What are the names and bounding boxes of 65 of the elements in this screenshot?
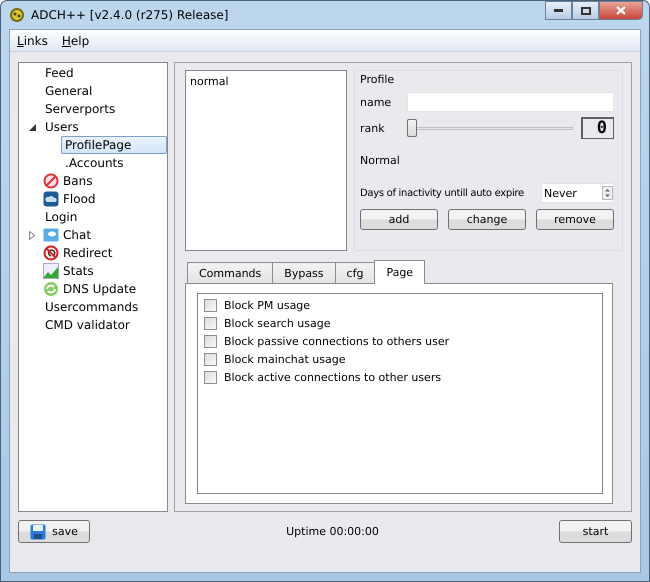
tab[interactable]: Commands — [187, 262, 274, 283]
tree-item[interactable]: Bans — [59, 172, 96, 190]
tab[interactable]: Page — [374, 260, 426, 284]
expanded-arrow-icon[interactable] — [28, 124, 36, 130]
maximize-button[interactable] — [572, 1, 599, 20]
spin-arrows-icon[interactable] — [602, 186, 613, 200]
uptime-text: Uptime 00:00:00 — [286, 525, 379, 538]
checkbox[interactable] — [204, 352, 217, 366]
checkbox[interactable] — [204, 298, 217, 312]
save-button[interactable]: save — [18, 520, 90, 543]
action-button[interactable]: add — [360, 209, 438, 230]
tab[interactable]: Bypass — [272, 262, 336, 283]
option-label: Block mainchat usage — [224, 352, 346, 366]
expire-spinbox[interactable]: Never — [541, 183, 614, 203]
group-title: Profile — [360, 73, 396, 86]
tab[interactable]: cfg — [334, 262, 376, 283]
tree-item[interactable]: Usercommands — [41, 298, 142, 316]
field-label: name — [360, 96, 392, 108]
collapsed-arrow-icon[interactable] — [29, 230, 35, 240]
close-icon — [616, 6, 626, 15]
minimize-icon — [554, 9, 563, 12]
menu-item[interactable]: Links — [17, 34, 48, 48]
checkbox[interactable] — [204, 334, 217, 348]
window-title: ADCH++ [v2.4.0 (r275) Release] — [31, 8, 228, 22]
tree-item[interactable]: Chat — [59, 226, 96, 244]
rank-slider[interactable] — [407, 119, 573, 137]
tree-item[interactable]: Feed — [41, 64, 78, 82]
start-button[interactable]: start — [558, 520, 632, 543]
action-button[interactable]: remove — [536, 209, 614, 230]
tree-item[interactable]: ProfilePage — [61, 136, 167, 154]
minimize-button[interactable] — [545, 1, 572, 20]
option-label: Block active connections to other users — [224, 370, 442, 384]
field-label: Days of inactivity untill auto expire — [360, 188, 525, 198]
rank-name: Normal — [360, 154, 401, 167]
list-item[interactable]: normal — [190, 75, 229, 88]
menu-item[interactable]: Help — [62, 34, 90, 48]
tree-item[interactable]: Flood — [59, 190, 100, 208]
chat-bubbles-icon — [43, 227, 59, 243]
option-label: Block search usage — [224, 316, 330, 330]
prohibited-icon — [43, 173, 59, 189]
cloud-icon — [43, 191, 59, 207]
option-label: Block passive connections to others user — [224, 334, 450, 348]
maximize-icon — [580, 6, 590, 14]
app-logo-icon — [9, 7, 25, 23]
chart-icon — [43, 263, 59, 279]
tree-item[interactable]: Serverports — [41, 100, 120, 118]
tree-item[interactable]: Stats — [59, 262, 98, 280]
tree-item[interactable]: .Accounts — [61, 154, 128, 172]
option-label: Block PM usage — [224, 298, 310, 312]
tree-item[interactable]: CMD validator — [41, 316, 134, 334]
no-return-icon — [43, 245, 59, 261]
name-field[interactable] — [407, 92, 614, 112]
tree-item[interactable]: General — [41, 82, 96, 100]
tree-item[interactable]: DNS Update — [59, 280, 140, 298]
rank-display: 0 — [581, 117, 614, 139]
tree-item[interactable]: Users — [41, 118, 83, 136]
checkbox[interactable] — [204, 370, 217, 384]
tree-item[interactable]: Redirect — [59, 244, 116, 262]
refresh-icon — [43, 281, 59, 297]
checkbox[interactable] — [204, 316, 217, 330]
action-button[interactable]: change — [448, 209, 526, 230]
close-button[interactable] — [599, 1, 643, 20]
slider-thumb[interactable] — [407, 119, 417, 137]
field-label: rank — [360, 122, 386, 134]
tree-item[interactable]: Login — [41, 208, 82, 226]
